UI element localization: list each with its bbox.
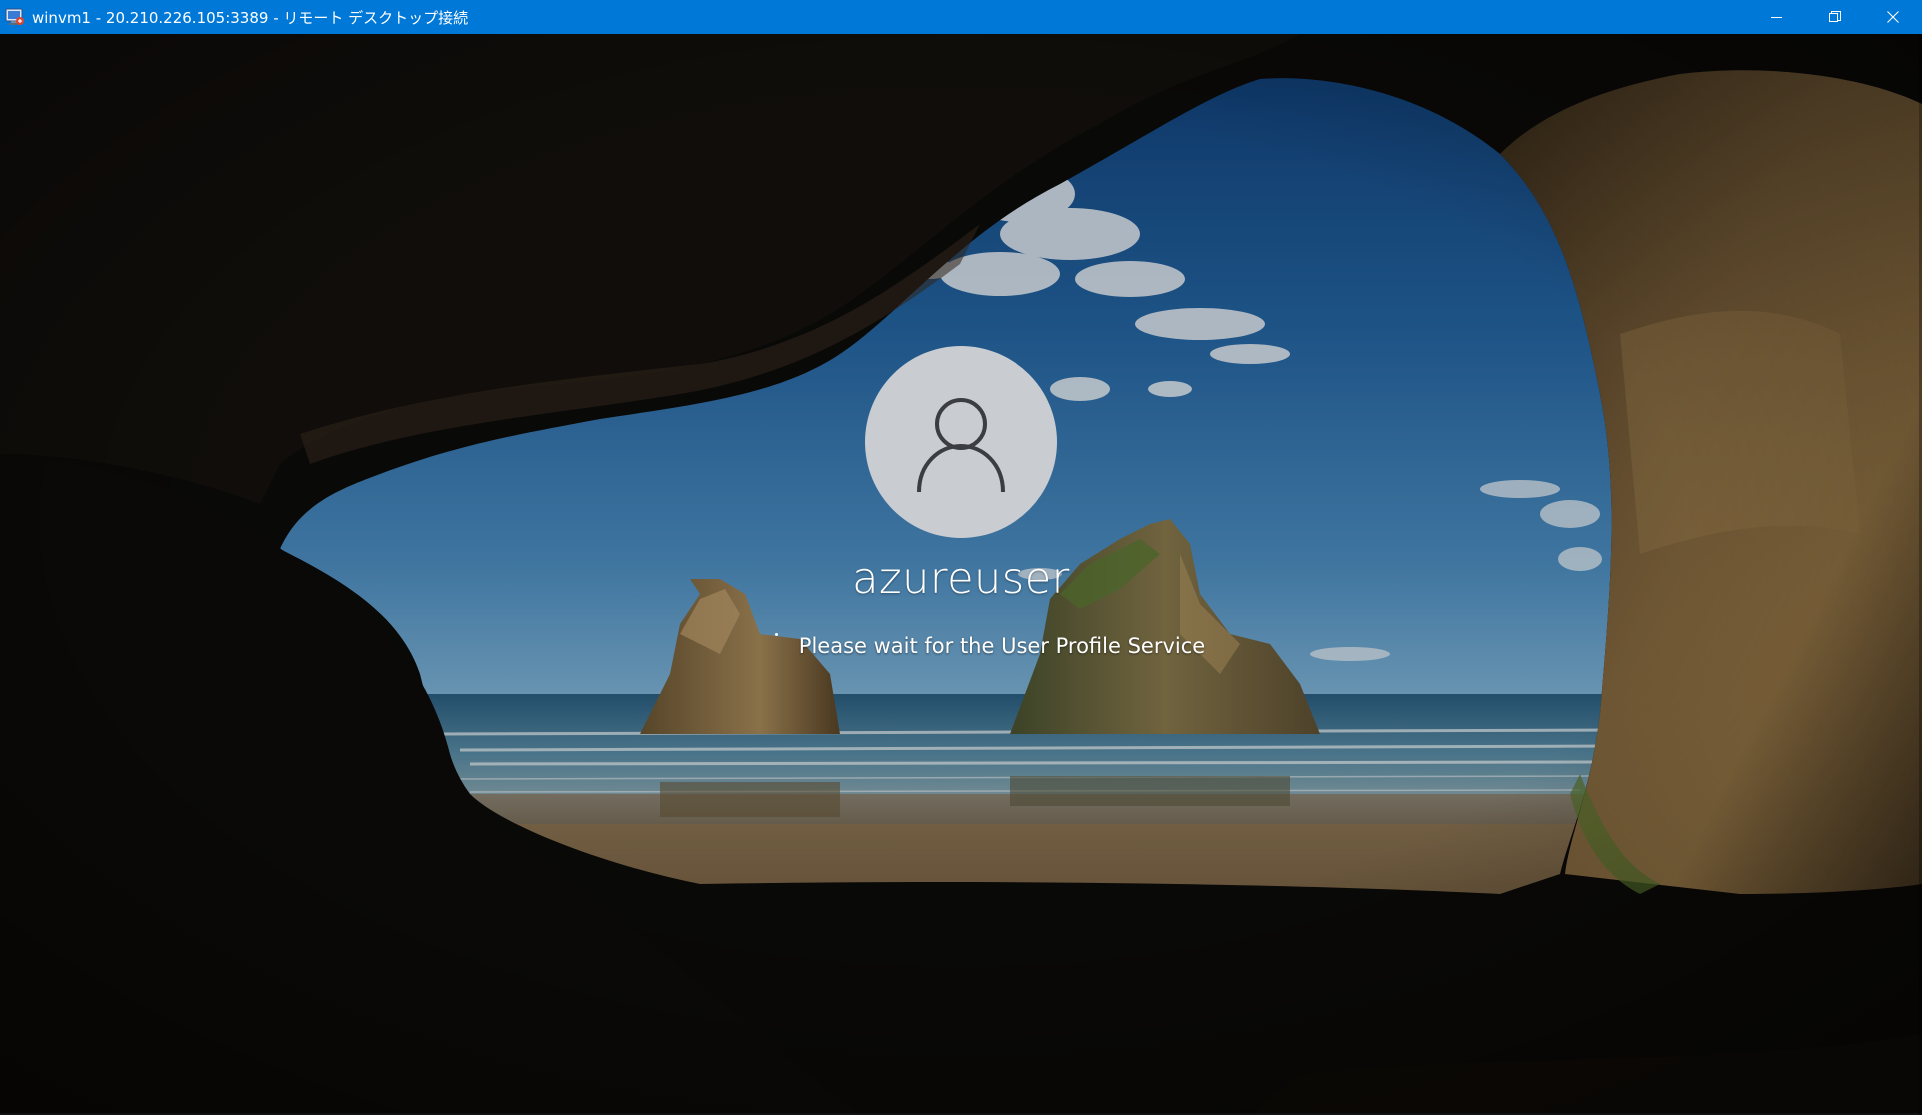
status-message: Please wait for the User Profile Service: [798, 634, 1206, 658]
restore-icon: [1829, 11, 1841, 22]
restore-button[interactable]: [1806, 0, 1864, 34]
close-button[interactable]: [1864, 0, 1922, 34]
user-avatar: [865, 346, 1057, 538]
caption-buttons: [1748, 0, 1922, 34]
minimize-icon: [1771, 17, 1782, 18]
user-silhouette-icon: [917, 398, 1005, 493]
remote-desktop-app-icon[interactable]: [4, 6, 26, 28]
rdp-window: winvm1 - 20.210.226.105:3389 - リモート デスクト…: [0, 0, 1922, 1115]
status-row: Please wait for the User Profile Service: [740, 633, 1240, 658]
close-icon: [1887, 11, 1899, 23]
title-bar[interactable]: winvm1 - 20.210.226.105:3389 - リモート デスクト…: [0, 0, 1922, 34]
username-label: azureuser: [852, 554, 1070, 604]
minimize-button[interactable]: [1748, 0, 1806, 34]
remote-session-area[interactable]: azureuser Please wait for the User Profi…: [0, 34, 1922, 1115]
loading-dots-icon: [774, 633, 789, 647]
window-title: winvm1 - 20.210.226.105:3389 - リモート デスクト…: [32, 8, 469, 27]
